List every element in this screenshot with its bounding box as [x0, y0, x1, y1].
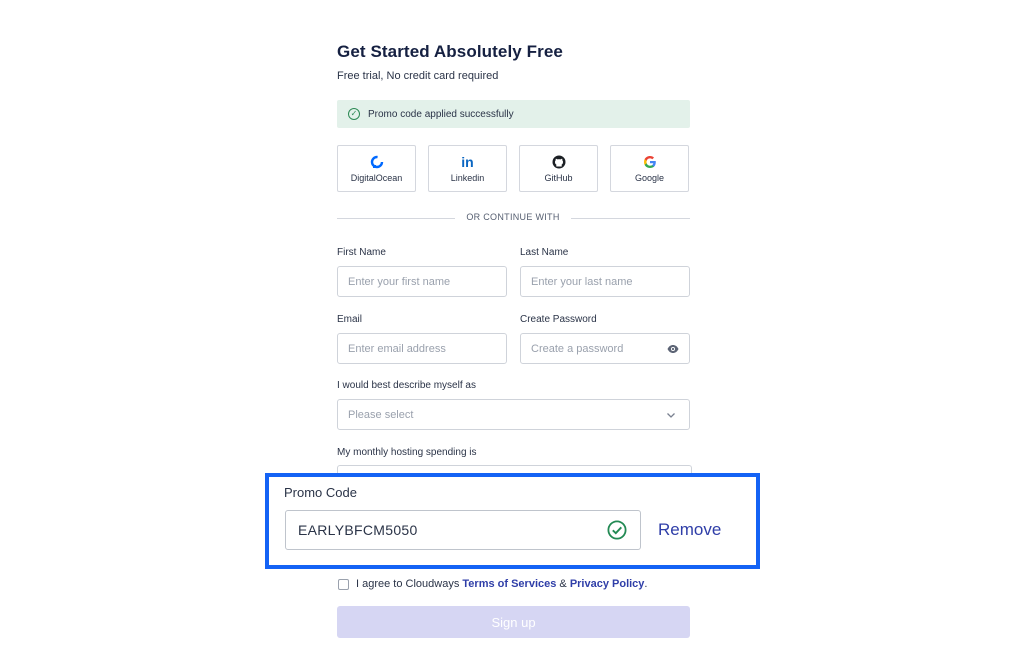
promo-code-field[interactable]: EARLYBFCM5050	[285, 510, 641, 550]
github-icon	[552, 154, 566, 170]
google-button[interactable]: Google	[610, 145, 689, 192]
last-name-field[interactable]	[520, 266, 690, 297]
agree-checkbox[interactable]	[338, 579, 349, 590]
password-field[interactable]	[520, 333, 690, 364]
agree-suffix: .	[644, 578, 648, 590]
page-title: Get Started Absolutely Free	[337, 42, 563, 61]
email-field[interactable]	[337, 333, 507, 364]
digitalocean-icon	[370, 154, 384, 170]
agree-text: I agree to Cloudways Terms of Services &…	[356, 578, 647, 590]
digitalocean-label: DigitalOcean	[350, 173, 403, 183]
chevron-down-icon	[667, 413, 675, 418]
google-label: Google	[634, 173, 665, 183]
email-input[interactable]	[348, 342, 506, 355]
digitalocean-button[interactable]: DigitalOcean	[337, 145, 416, 192]
linkedin-label: Linkedin	[450, 173, 485, 183]
google-icon	[643, 154, 657, 170]
remove-promo-link[interactable]: Remove	[658, 520, 721, 540]
agree-prefix: I agree to Cloudways	[356, 578, 463, 590]
eye-icon[interactable]	[667, 344, 679, 354]
divider-right	[571, 218, 690, 219]
linkedin-button[interactable]: in Linkedin	[428, 145, 507, 192]
divider-left	[337, 218, 455, 219]
promo-success-banner: ✓ Promo code applied successfully	[337, 100, 690, 128]
first-name-input[interactable]	[348, 275, 506, 288]
check-circle-icon: ✓	[348, 108, 360, 120]
linkedin-icon: in	[461, 154, 474, 170]
describe-select[interactable]: Please select	[337, 399, 690, 430]
terms-link[interactable]: Terms of Services	[462, 578, 556, 590]
promo-code-value: EARLYBFCM5050	[298, 522, 418, 538]
last-name-label: Last Name	[520, 247, 569, 258]
describe-placeholder: Please select	[348, 408, 414, 421]
last-name-input[interactable]	[531, 275, 689, 288]
promo-success-text: Promo code applied successfully	[368, 108, 514, 120]
github-button[interactable]: GitHub	[519, 145, 598, 192]
agree-and: &	[556, 578, 570, 590]
spending-label: My monthly hosting spending is	[337, 447, 477, 458]
email-label: Email	[337, 314, 363, 325]
password-label: Create Password	[520, 314, 597, 325]
divider-text: OR CONTINUE WITH	[466, 212, 560, 222]
signup-button[interactable]: Sign up	[337, 606, 690, 638]
describe-label: I would best describe myself as	[337, 380, 476, 391]
github-label: GitHub	[544, 173, 573, 183]
password-input[interactable]	[531, 342, 651, 355]
check-circle-icon	[607, 520, 627, 540]
first-name-field[interactable]	[337, 266, 507, 297]
privacy-link[interactable]: Privacy Policy	[570, 578, 645, 590]
first-name-label: First Name	[337, 247, 386, 258]
page-subtitle: Free trial, No credit card required	[337, 70, 499, 82]
promo-code-label: Promo Code	[284, 485, 357, 500]
